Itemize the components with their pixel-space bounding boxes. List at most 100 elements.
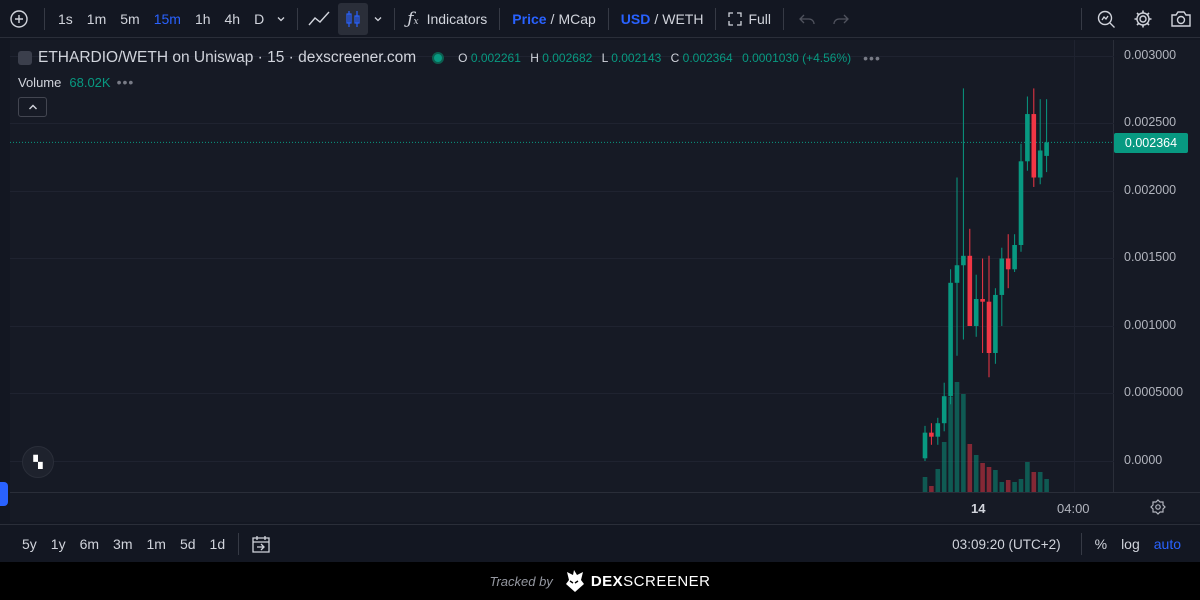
collapse-legend-button[interactable] — [18, 97, 47, 117]
toolbar-divider — [44, 7, 45, 30]
range-5d[interactable]: 5d — [173, 536, 203, 552]
volume-bar — [1031, 472, 1037, 492]
fullscreen-button[interactable]: Full — [722, 0, 777, 38]
tracked-by-footer[interactable]: Tracked by DEX SCREENER — [0, 562, 1200, 600]
candle-body — [1031, 114, 1037, 178]
intervals-dropdown-button[interactable] — [271, 0, 291, 38]
redo-icon — [833, 14, 849, 24]
toolbar-divider — [499, 7, 501, 30]
candle-body — [1037, 150, 1043, 178]
high-value: 0.002682 — [542, 51, 593, 65]
undo-button[interactable] — [790, 0, 824, 38]
candle — [986, 255, 992, 378]
line-chart-type-button[interactable] — [304, 0, 334, 38]
price-tick: 0.003000 — [1124, 48, 1177, 62]
range-6m[interactable]: 6m — [73, 536, 106, 552]
price-tick: 0.002000 — [1124, 183, 1177, 197]
candle — [1012, 234, 1017, 272]
candle-body — [1018, 161, 1024, 245]
volume-bar — [1025, 462, 1030, 492]
candle — [1037, 99, 1043, 185]
clock-timezone[interactable]: 03:09:20 (UTC+2) — [952, 537, 1060, 552]
bottom-toolbar: 5y 1y 6m 3m 1m 5d 1d 03:09:20 (UTC+2) % … — [0, 524, 1200, 562]
last-price-label: 0.002364 — [1114, 133, 1188, 153]
candle-body — [929, 432, 934, 437]
candle-body — [954, 265, 960, 283]
range-3m[interactable]: 3m — [106, 536, 139, 552]
volume-bar — [1012, 482, 1017, 492]
candle-body — [986, 301, 992, 353]
volume-bar — [993, 470, 998, 492]
time-axis[interactable]: 14 04:00 — [10, 492, 1200, 522]
close-label: C — [670, 51, 680, 65]
interval-1s[interactable]: 1s — [51, 0, 80, 38]
volume-bar — [935, 469, 941, 492]
open-label: O — [458, 51, 468, 65]
fullscreen-icon — [728, 11, 743, 26]
volume-bar — [973, 455, 979, 492]
legend-more-button[interactable]: ••• — [863, 50, 881, 66]
currency-toggle[interactable]: USD / WETH — [615, 0, 710, 38]
interval-5m[interactable]: 5m — [113, 0, 146, 38]
range-1y[interactable]: 1y — [44, 536, 73, 552]
volume-bar — [948, 397, 953, 492]
interval-1m[interactable]: 1m — [80, 0, 113, 38]
range-1m[interactable]: 1m — [140, 536, 173, 552]
currency-separator: / — [654, 10, 659, 27]
candles-icon — [346, 10, 360, 27]
interval-1h[interactable]: 1h — [188, 0, 218, 38]
weth-option: WETH — [662, 10, 704, 27]
mcap-option: MCap — [558, 10, 596, 27]
candle-body — [980, 299, 985, 302]
function-icon: ƒx — [407, 8, 419, 29]
volume-bar — [1037, 472, 1043, 492]
toolbar-divider — [1081, 7, 1082, 30]
candle — [954, 177, 960, 356]
low-label: L — [601, 51, 608, 65]
add-symbol-button[interactable] — [0, 0, 38, 38]
interval-4h[interactable]: 4h — [218, 0, 248, 38]
chevron-up-icon — [28, 104, 37, 110]
candle — [1005, 234, 1011, 289]
candle — [929, 423, 934, 445]
candle — [1025, 96, 1030, 171]
quick-search-button[interactable] — [1088, 0, 1124, 38]
go-to-date-button[interactable] — [245, 525, 277, 563]
calendar-go-icon — [252, 535, 270, 553]
candle-body — [922, 432, 928, 459]
toolbar-divider — [238, 532, 240, 555]
range-5y[interactable]: 5y — [15, 536, 44, 552]
percent-scale-toggle[interactable]: % — [1088, 536, 1114, 552]
indicators-button[interactable]: ƒx Indicators — [401, 0, 493, 38]
auto-scale-toggle[interactable]: auto — [1147, 536, 1188, 552]
range-1d[interactable]: 1d — [203, 536, 233, 552]
candles-chart-type-button[interactable] — [338, 2, 369, 35]
interval-D[interactable]: D — [247, 0, 271, 38]
candle — [941, 382, 947, 432]
candle — [948, 269, 953, 405]
dexscreener-logo-icon — [565, 570, 584, 592]
price-mcap-toggle[interactable]: Price / MCap — [506, 0, 602, 38]
toolbar-divider — [715, 7, 717, 30]
price-axis[interactable]: 0.003000 0.002500 0.002000 0.001500 0.00… — [1114, 40, 1200, 492]
screenshot-button[interactable] — [1162, 0, 1200, 38]
undo-icon — [799, 14, 815, 24]
chart-type-dropdown-button[interactable] — [368, 0, 388, 38]
settings-button[interactable] — [1124, 0, 1162, 38]
candle — [993, 288, 998, 364]
log-scale-toggle[interactable]: log — [1114, 536, 1147, 552]
market-status-indicator — [432, 52, 445, 64]
candle — [1031, 88, 1037, 187]
open-value: 0.002261 — [470, 51, 521, 65]
price-tick: 0.002500 — [1124, 115, 1177, 129]
volume-more-button[interactable]: ••• — [117, 74, 135, 90]
ohlc-values: O 0.002261 H 0.002682 L 0.002143 C 0.002… — [458, 51, 857, 65]
chart-pane[interactable]: ETHARDIO/WETH on Uniswap · 15 · dexscree… — [10, 40, 1114, 492]
sidebar-toggle-handle[interactable] — [0, 482, 8, 506]
tv-icon: ▚ — [33, 455, 43, 469]
indicators-label: Indicators — [426, 10, 488, 27]
redo-button[interactable] — [824, 0, 858, 38]
tradingview-logo[interactable]: ▚ — [22, 446, 54, 478]
axis-settings-button[interactable] — [1150, 499, 1166, 515]
interval-15m[interactable]: 15m — [147, 0, 188, 38]
